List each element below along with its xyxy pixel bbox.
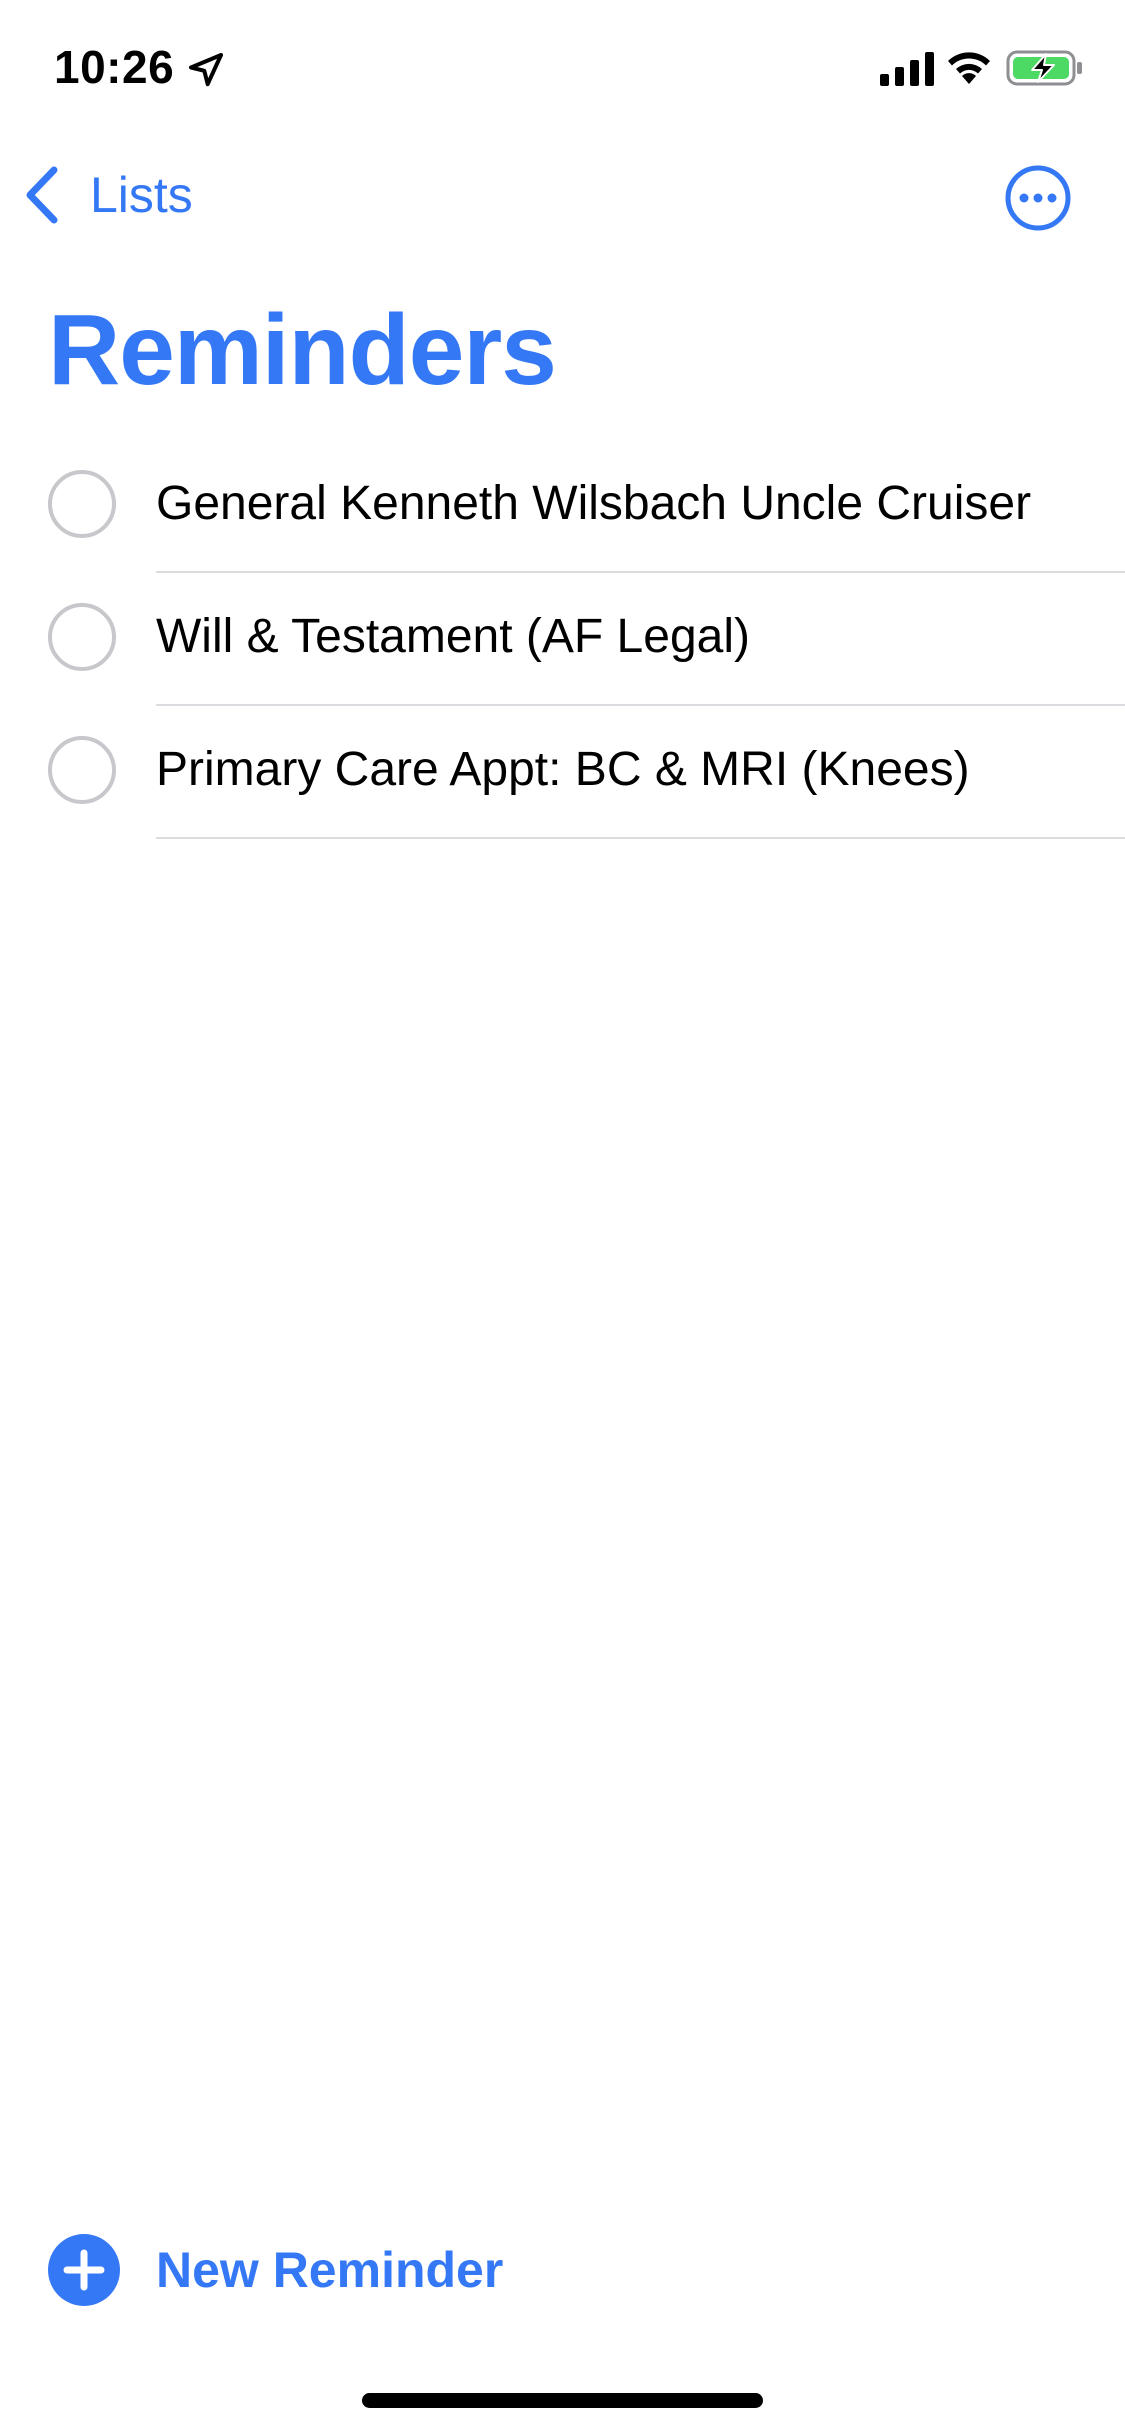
new-reminder-label: New Reminder xyxy=(156,2242,504,2298)
chevron-left-icon xyxy=(26,166,58,224)
reminder-checkbox[interactable] xyxy=(48,470,116,538)
reminder-checkbox[interactable] xyxy=(48,736,116,804)
plus-circle-icon xyxy=(48,2234,120,2306)
back-button[interactable]: Lists xyxy=(22,160,193,230)
reminder-row[interactable]: Primary Care Appt: BC & MRI (Knees) xyxy=(0,706,1125,839)
status-time: 10:26 xyxy=(54,41,175,93)
location-arrow-icon xyxy=(189,53,223,87)
reminder-title[interactable]: General Kenneth Wilsbach Uncle Cruiser xyxy=(156,477,1031,531)
wifi-icon xyxy=(948,52,990,84)
home-indicator[interactable] xyxy=(362,2393,763,2408)
row-divider xyxy=(156,837,1125,839)
reminder-title[interactable]: Primary Care Appt: BC & MRI (Knees) xyxy=(156,743,970,797)
reminder-row[interactable]: General Kenneth Wilsbach Uncle Cruiser xyxy=(0,440,1125,573)
back-button-label: Lists xyxy=(90,167,193,223)
cellular-signal-icon xyxy=(880,52,934,86)
reminder-list: General Kenneth Wilsbach Uncle Cruiser W… xyxy=(0,440,1125,839)
page-title: Reminders xyxy=(48,294,557,406)
reminder-row[interactable]: Will & Testament (AF Legal) xyxy=(0,573,1125,706)
new-reminder-button[interactable]: New Reminder xyxy=(48,2234,503,2306)
reminder-title[interactable]: Will & Testament (AF Legal) xyxy=(156,610,750,664)
reminder-checkbox[interactable] xyxy=(48,603,116,671)
battery-charging-icon xyxy=(1006,50,1082,86)
ellipsis-circle-icon[interactable] xyxy=(1004,164,1072,232)
status-bar: 10:26 xyxy=(0,0,1125,140)
